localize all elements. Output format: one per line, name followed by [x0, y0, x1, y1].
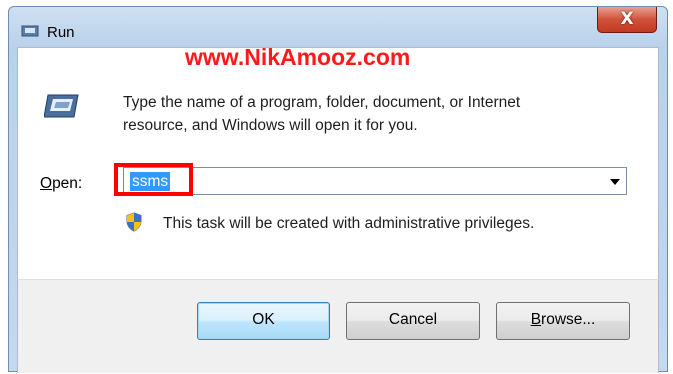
title-bar[interactable]: Run X	[9, 7, 667, 47]
window-title: Run	[47, 24, 75, 41]
open-label-accesskey: O	[40, 175, 53, 192]
close-button[interactable]: X	[597, 7, 657, 33]
admin-privileges-note: This task will be created with administr…	[163, 215, 535, 232]
highlight-annotation-box	[114, 163, 193, 196]
ok-button-label: OK	[252, 311, 275, 328]
cancel-button[interactable]: Cancel	[346, 302, 480, 340]
browse-button[interactable]: Browse...	[496, 302, 630, 340]
description-line-1: Type the name of a program, folder, docu…	[123, 94, 521, 111]
chevron-down-icon[interactable]	[610, 179, 620, 185]
open-combobox[interactable]: ssms	[123, 167, 627, 195]
dialog-description: Type the name of a program, folder, docu…	[123, 91, 623, 137]
shield-icon	[126, 212, 142, 232]
ok-button[interactable]: OK	[197, 302, 330, 340]
close-icon: X	[620, 9, 634, 29]
run-icon	[44, 94, 79, 118]
run-icon	[21, 25, 39, 37]
browse-button-accesskey: B	[530, 311, 542, 328]
open-label-text: pen:	[52, 175, 83, 192]
watermark-text: www.NikAmooz.com	[185, 44, 411, 70]
cancel-button-label: Cancel	[388, 311, 438, 328]
open-label: Open:	[40, 175, 82, 193]
description-line-2: resource, and Windows will open it for y…	[123, 117, 418, 134]
browse-button-label: rowse...	[541, 311, 596, 328]
